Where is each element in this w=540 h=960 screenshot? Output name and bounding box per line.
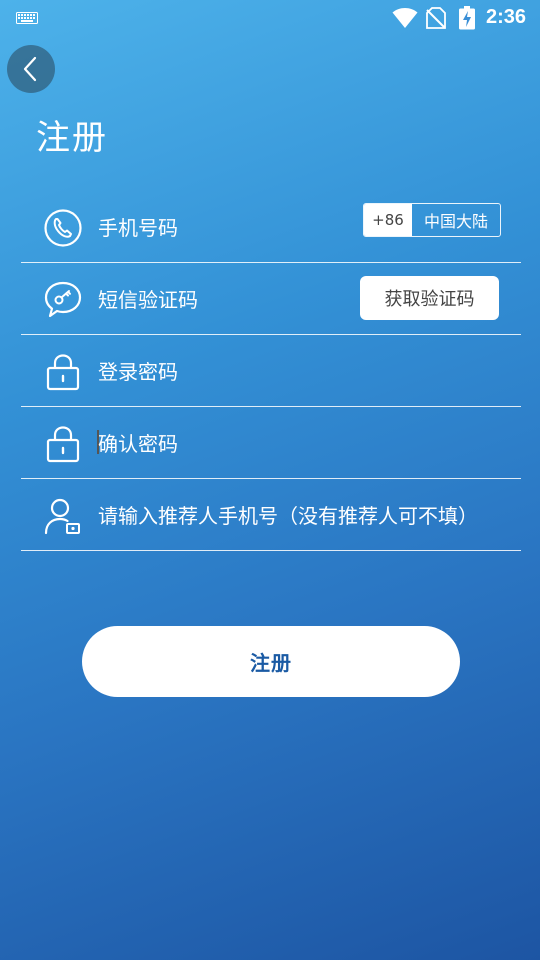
sms-code-row[interactable]: 短信验证码 获取验证码 (21, 262, 521, 335)
status-bar: 2:36 (0, 0, 540, 36)
password-input[interactable]: 登录密码 (98, 356, 178, 385)
country-selector[interactable]: +86 中国大陆 (363, 203, 501, 237)
referrer-phone-input[interactable]: 请输入推荐人手机号（没有推荐人可不填） (98, 500, 478, 529)
phone-input[interactable]: 手机号码 (98, 212, 178, 241)
wifi-icon (392, 8, 418, 28)
sms-code-input[interactable]: 短信验证码 (98, 284, 198, 313)
no-sim-icon (426, 7, 446, 29)
country-region: 中国大陆 (423, 212, 488, 231)
register-screen: 2:36 注册 手机号码 +86 中国大陆 短信验证码 获取验证码 登录密码 确… (0, 0, 540, 960)
get-code-button[interactable]: 获取验证码 (360, 276, 499, 320)
page-title: 注册 (36, 118, 108, 158)
back-button[interactable] (7, 45, 55, 93)
keyboard-icon (16, 12, 38, 24)
password-row[interactable]: 登录密码 (21, 334, 521, 407)
battery-charging-icon (459, 6, 475, 30)
lock-icon (46, 354, 80, 391)
referrer-user-icon (44, 498, 80, 535)
chat-key-icon (44, 281, 82, 318)
phone-icon (44, 209, 82, 247)
country-code: +86 (364, 204, 412, 236)
phone-row[interactable]: 手机号码 +86 中国大陆 (21, 190, 521, 263)
confirm-password-row[interactable]: 确认密码 (21, 406, 521, 479)
lock-icon (46, 426, 80, 463)
register-button[interactable]: 注册 (82, 626, 460, 697)
chevron-left-icon (23, 56, 37, 82)
status-time: 2:36 (486, 6, 527, 28)
confirm-password-input[interactable]: 确认密码 (98, 428, 178, 457)
referrer-row[interactable]: 请输入推荐人手机号（没有推荐人可不填） (21, 478, 521, 551)
